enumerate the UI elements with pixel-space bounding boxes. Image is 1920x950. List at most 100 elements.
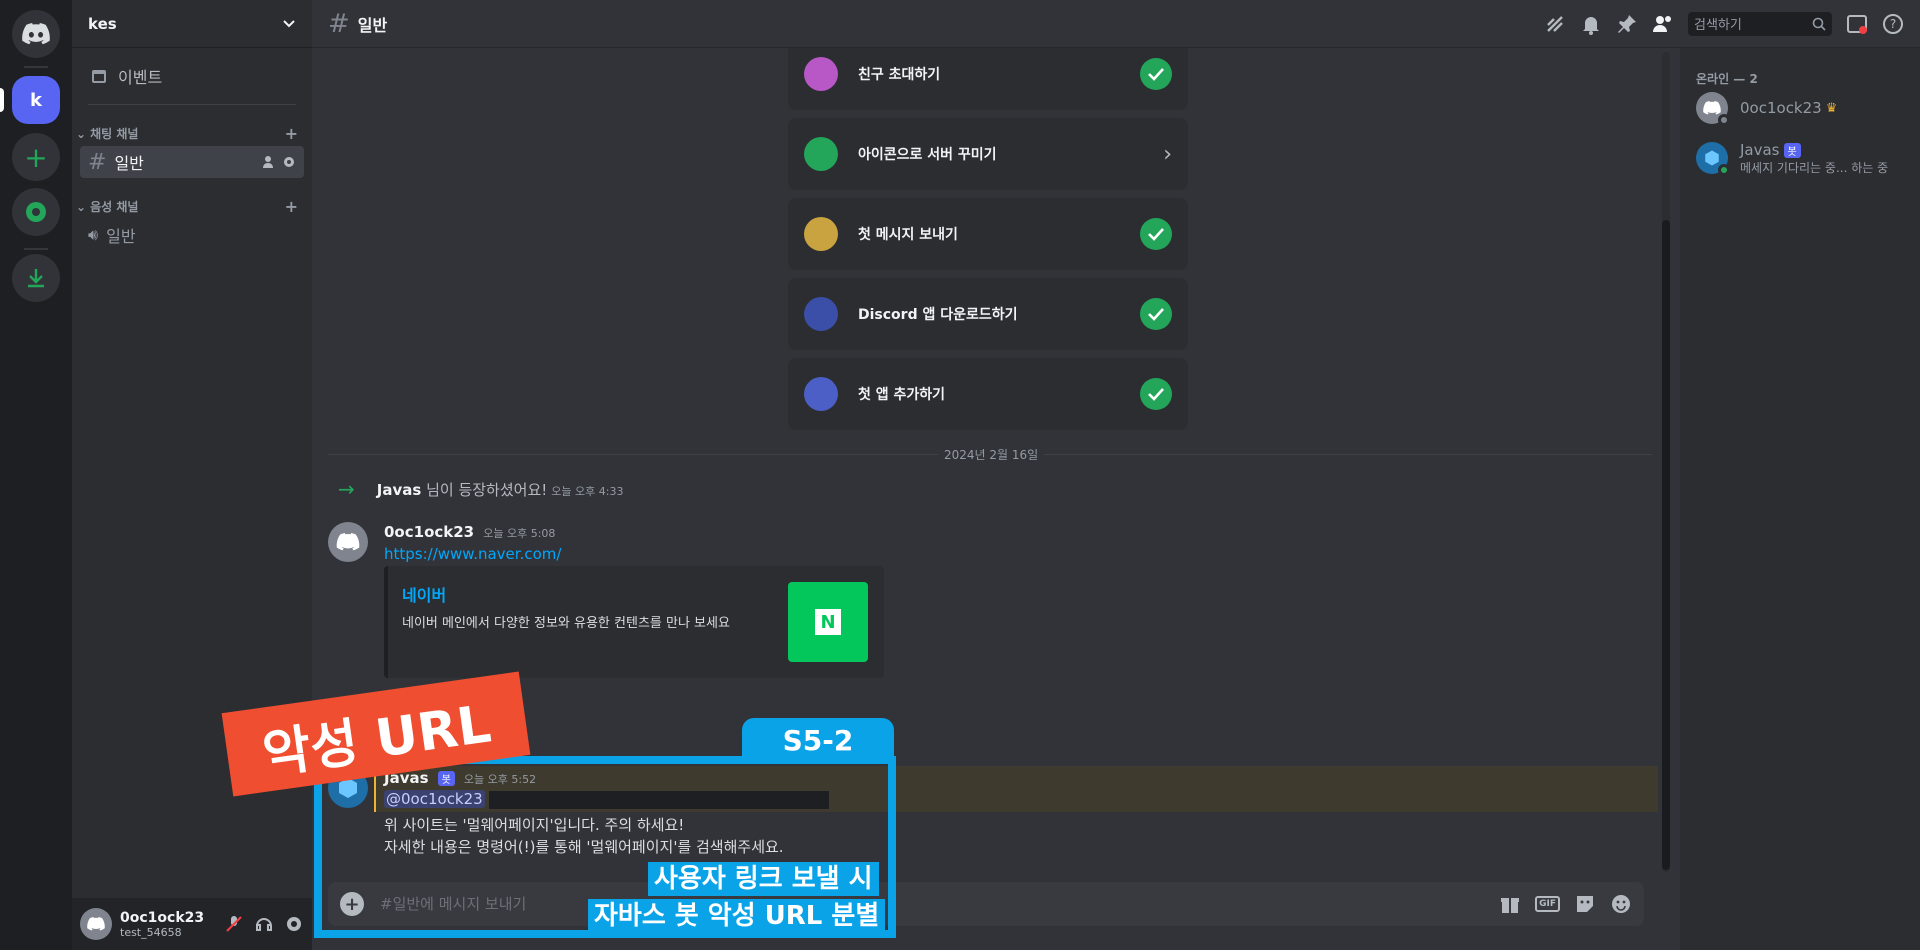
- naver-logo[interactable]: N: [788, 582, 868, 662]
- task-card[interactable]: 첫 앱 추가하기: [788, 358, 1188, 430]
- discord-logo-icon: [87, 917, 105, 931]
- gear-icon[interactable]: [284, 914, 304, 934]
- bell-icon[interactable]: [1580, 13, 1602, 35]
- chevron-down-icon: ⌄: [76, 199, 87, 214]
- threads-icon[interactable]: [1544, 13, 1566, 35]
- checkmark-icon: [1140, 218, 1172, 250]
- crown-icon: ♛: [1825, 100, 1838, 116]
- discord-logo-icon: [22, 23, 50, 45]
- gif-icon[interactable]: GIF: [1535, 896, 1560, 912]
- avatar: [1696, 92, 1730, 126]
- search-input[interactable]: 검색하기: [1688, 11, 1832, 36]
- message-link[interactable]: https://www.naver.com/: [384, 545, 561, 563]
- task-label: Discord 앱 다운로드하기: [858, 307, 1018, 323]
- message-author[interactable]: 0oc1ock23: [384, 523, 474, 541]
- embed-description: 네이버 메인에서 다양한 정보와 유용한 컨텐츠를 만나 보세요: [402, 616, 730, 631]
- chevron-down-icon: ⌄: [76, 126, 87, 141]
- download-icon: [28, 269, 44, 288]
- join-message: → Javas 님이 등장하셨어요! 오늘 오후 4:33: [338, 477, 623, 501]
- add-server-button[interactable]: +: [12, 133, 60, 181]
- scrollbar[interactable]: [1662, 52, 1670, 872]
- embed-title[interactable]: 네이버: [402, 582, 446, 606]
- task-label: 아이콘으로 서버 꾸미기: [858, 147, 997, 163]
- category-label: 채팅 채널: [90, 127, 139, 141]
- download-apps-button[interactable]: [12, 254, 60, 302]
- task-card[interactable]: Discord 앱 다운로드하기: [788, 278, 1188, 350]
- rail-separator: [24, 248, 48, 250]
- explore-servers-button[interactable]: [12, 188, 60, 236]
- server-letter: k: [30, 89, 42, 111]
- date-divider-label: 2024년 2월 16일: [938, 446, 1045, 463]
- user-panel: 0oc1ock23 test_54658: [72, 898, 312, 950]
- message-icon: [804, 217, 838, 251]
- channel-label: 일반: [114, 154, 144, 173]
- task-label: 친구 초대하기: [858, 67, 941, 83]
- member-status: 메세지 기다리는 중... 하는 중: [1740, 161, 1889, 175]
- active-server-pill: [0, 88, 4, 112]
- member-item[interactable]: Javas 봇 메세지 기다리는 중... 하는 중: [1696, 140, 1888, 176]
- channel-header: # 일반 검색하기 ?: [312, 0, 1920, 48]
- mic-muted-icon[interactable]: [224, 914, 244, 934]
- task-card[interactable]: 아이콘으로 서버 꾸미기 ›: [788, 118, 1188, 190]
- inbox-icon[interactable]: [1846, 13, 1868, 35]
- link-embed: 네이버 네이버 메인에서 다양한 정보와 유용한 컨텐츠를 만나 보세요 N: [384, 566, 884, 678]
- server-header[interactable]: kes: [72, 0, 312, 48]
- channel-label: 일반: [106, 227, 136, 246]
- text-category[interactable]: ⌄ 채팅 채널 +: [76, 124, 304, 143]
- compass-icon: [26, 202, 46, 222]
- timestamp: 오늘 오후 5:08: [483, 527, 556, 540]
- member-item[interactable]: 0oc1ock23 ♛: [1696, 92, 1838, 126]
- checkmark-icon: [1140, 58, 1172, 90]
- join-text: 님이 등장하셨어요!: [426, 480, 548, 499]
- events-item[interactable]: 이벤트: [80, 60, 304, 92]
- emoji-icon[interactable]: [1610, 893, 1632, 915]
- channel-title: 일반: [357, 15, 388, 35]
- online-header: 온라인 — 2: [1696, 72, 1758, 86]
- gift-icon[interactable]: [1499, 893, 1521, 915]
- discord-home-button[interactable]: [12, 10, 60, 58]
- checkmark-icon: [1140, 298, 1172, 330]
- voice-channel-general[interactable]: 🔊︎ 일반: [80, 219, 304, 251]
- rail-separator: [24, 66, 48, 68]
- task-card[interactable]: 친구 초대하기: [788, 38, 1188, 110]
- members-icon[interactable]: [1652, 13, 1674, 35]
- paintbrush-icon: [804, 137, 838, 171]
- step-tag: S5-2: [742, 718, 894, 762]
- caption-line-1: 사용자 링크 보낼 시: [648, 862, 879, 896]
- sticker-icon[interactable]: [1574, 893, 1596, 915]
- pin-icon[interactable]: [1616, 13, 1638, 35]
- invite-friends-icon: [804, 57, 838, 91]
- category-label: 음성 채널: [90, 200, 139, 214]
- search-placeholder: 검색하기: [1694, 18, 1742, 33]
- server-name: kes: [88, 14, 117, 33]
- headphones-icon[interactable]: [254, 914, 274, 934]
- channel-item-general[interactable]: # 일반: [80, 146, 304, 178]
- mobile-app-icon: [804, 297, 838, 331]
- user-name: 0oc1ock23: [120, 909, 205, 926]
- plus-icon: +: [24, 140, 48, 174]
- scrollbar-thumb[interactable]: [1662, 220, 1670, 870]
- member-list: 온라인 — 2 0oc1ock23 ♛ Javas 봇 메세지 기다리는 중...…: [1680, 48, 1920, 950]
- join-user[interactable]: Javas: [377, 481, 422, 499]
- caption-line-2: 자바스 봇 악성 URL 분별: [588, 899, 886, 933]
- sidebar-divider: [88, 104, 296, 105]
- help-icon[interactable]: ?: [1882, 13, 1904, 35]
- server-icon-kes[interactable]: k: [12, 76, 60, 124]
- bot-avatar-icon: [1705, 150, 1719, 166]
- timestamp: 오늘 오후 4:33: [551, 484, 624, 498]
- avatar[interactable]: [80, 908, 112, 940]
- create-channel-icon[interactable]: +: [285, 124, 298, 143]
- task-label: 첫 앱 추가하기: [858, 387, 946, 403]
- voice-category[interactable]: ⌄ 음성 채널 +: [76, 197, 304, 216]
- discord-logo-icon: [336, 533, 360, 551]
- status-dot: [1718, 114, 1730, 126]
- create-channel-icon[interactable]: +: [285, 197, 298, 216]
- server-rail: k +: [0, 0, 72, 950]
- naver-logo-letter: N: [815, 609, 841, 635]
- avatar[interactable]: [328, 522, 368, 562]
- bot-badge: 봇: [1783, 143, 1801, 158]
- gear-icon: [284, 157, 294, 167]
- calendar-icon: [92, 70, 106, 83]
- search-icon: [1812, 17, 1826, 31]
- task-card[interactable]: 첫 메시지 보내기: [788, 198, 1188, 270]
